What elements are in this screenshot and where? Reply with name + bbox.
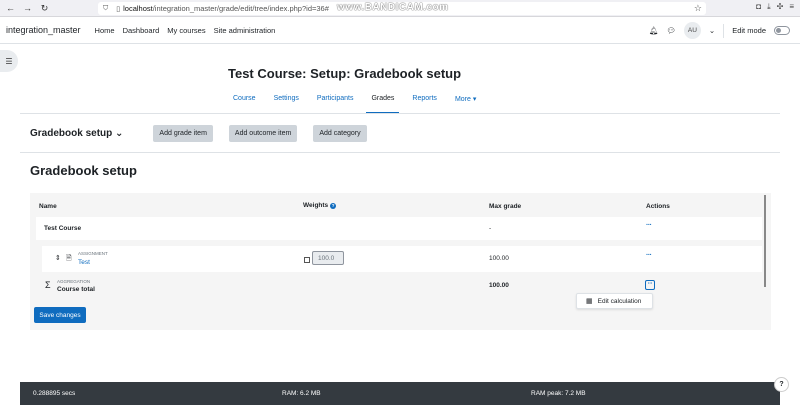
calculator-icon: ▦ bbox=[586, 298, 593, 305]
header-name: Name bbox=[39, 203, 57, 210]
url-host: localhost bbox=[123, 4, 153, 13]
save-changes-button[interactable]: Save changes bbox=[34, 307, 86, 323]
weight-override-checkbox[interactable] bbox=[304, 257, 310, 263]
grade-item-max-grade: 100.00 bbox=[489, 255, 509, 262]
edit-mode-toggle[interactable] bbox=[774, 26, 790, 35]
grade-item-row bbox=[42, 246, 762, 272]
nav-my-courses[interactable]: My courses bbox=[167, 26, 205, 35]
primary-navigation: Home Dashboard My courses Site administr… bbox=[95, 26, 276, 35]
tab-settings[interactable]: Settings bbox=[269, 88, 304, 114]
help-button[interactable]: ? bbox=[774, 377, 789, 392]
footer-time: 0.288895 secs bbox=[33, 390, 76, 397]
course-total-name: Course total bbox=[57, 286, 95, 293]
tab-reports[interactable]: Reports bbox=[407, 88, 442, 114]
footer-ram-peak: RAM peak: 7.2 MB bbox=[531, 390, 586, 397]
url-path: /integration_master/grade/edit/tree/inde… bbox=[152, 4, 329, 13]
user-menu-chevron-icon[interactable]: ⌄ bbox=[709, 26, 715, 35]
chevron-down-icon: ⌄ bbox=[115, 127, 124, 139]
category-max-grade: - bbox=[489, 225, 492, 232]
edit-calculation-menu-item[interactable]: Edit calculation bbox=[598, 298, 642, 305]
secondary-navigation: Course Settings Participants Grades Repo… bbox=[228, 88, 489, 114]
total-type-label: AGGREGATION bbox=[57, 279, 91, 284]
category-actions-menu-icon[interactable]: ··· bbox=[646, 222, 652, 229]
course-total-max-grade: 100.00 bbox=[489, 282, 509, 289]
tab-more[interactable]: More ▾ bbox=[450, 88, 481, 114]
actions-dropdown-menu: ▦ Edit calculation bbox=[576, 293, 653, 309]
grade-item-link[interactable]: Test bbox=[78, 259, 90, 266]
grade-item-actions-menu-icon[interactable]: ··· bbox=[646, 252, 652, 259]
header-max-grade: Max grade bbox=[489, 203, 522, 210]
nav-divider bbox=[723, 23, 725, 38]
site-brand[interactable]: integration_master bbox=[6, 25, 81, 35]
add-category-button[interactable]: Add category bbox=[313, 124, 367, 142]
nav-dashboard[interactable]: Dashboard bbox=[123, 26, 160, 35]
messages-icon[interactable]: 💬︎ bbox=[666, 26, 676, 35]
header-actions: Actions bbox=[646, 203, 670, 210]
item-type-label: ASSIGNMENT bbox=[78, 251, 108, 256]
tab-participants[interactable]: Participants bbox=[312, 88, 359, 114]
gradebook-table: Name Weights ? Max grade Actions Test Co… bbox=[30, 193, 771, 330]
chevron-down-icon: ▾ bbox=[472, 96, 477, 103]
help-icon[interactable]: ? bbox=[330, 202, 337, 209]
nav-home[interactable]: Home bbox=[95, 26, 115, 35]
gradebook-setup-selector[interactable]: Gradebook setup ⌄ bbox=[30, 128, 123, 139]
bookmark-star-icon[interactable]: ☆ bbox=[694, 3, 702, 14]
category-name: Test Course bbox=[44, 225, 82, 232]
shield-icon: ⛉ bbox=[103, 4, 109, 12]
menu-icon[interactable]: ≡ bbox=[789, 2, 794, 12]
sigma-icon: Σ bbox=[45, 280, 51, 290]
table-scrollbar[interactable] bbox=[764, 195, 766, 287]
add-outcome-item-button[interactable]: Add outcome item bbox=[228, 124, 298, 142]
site-navbar: integration_master Home Dashboard My cou… bbox=[0, 17, 800, 44]
weight-input[interactable]: 100.0 bbox=[312, 251, 344, 265]
forward-icon[interactable]: → bbox=[21, 2, 34, 15]
add-grade-item-button[interactable]: Add grade item bbox=[153, 124, 213, 142]
watermark: www.BANDICAM.com bbox=[337, 2, 449, 13]
browser-toolbar: ← → ↻ ⛉ ▯ localhost/integration_master/g… bbox=[0, 0, 800, 17]
notification-bell-icon[interactable]: 🔔︎ bbox=[649, 26, 659, 35]
tertiary-divider bbox=[20, 152, 780, 153]
gradebook-setup-selector-label: Gradebook setup bbox=[30, 127, 113, 139]
page-footer: 0.288895 secs RAM: 6.2 MB RAM peak: 7.2 … bbox=[20, 382, 780, 405]
secondary-nav-divider bbox=[20, 113, 780, 114]
back-icon[interactable]: ← bbox=[4, 2, 17, 15]
nav-site-administration[interactable]: Site administration bbox=[214, 26, 276, 35]
drag-handle-icon[interactable]: ⇕ bbox=[55, 254, 61, 262]
course-index-toggle-icon[interactable]: ☰ bbox=[0, 50, 18, 72]
tab-course[interactable]: Course bbox=[228, 88, 261, 114]
content-heading: Gradebook setup bbox=[30, 163, 137, 178]
edit-mode-label: Edit mode bbox=[732, 26, 766, 35]
page-info-icon: ▯ bbox=[116, 5, 121, 13]
extensions-icon[interactable]: ✣ bbox=[777, 2, 784, 12]
tab-grades[interactable]: Grades bbox=[366, 88, 400, 114]
header-weights-label: Weights bbox=[303, 202, 329, 209]
header-weights: Weights ? bbox=[303, 202, 337, 209]
footer-ram: RAM: 6.2 MB bbox=[282, 390, 321, 397]
pocket-icon[interactable]: ◘ bbox=[756, 2, 761, 12]
user-avatar[interactable]: AU bbox=[683, 22, 701, 39]
tab-more-label: More bbox=[454, 96, 471, 103]
course-total-actions-menu-icon[interactable]: ··· bbox=[645, 280, 655, 290]
category-row bbox=[36, 217, 762, 240]
download-icon[interactable]: ⤓ bbox=[767, 2, 771, 12]
reload-icon[interactable]: ↻ bbox=[38, 2, 51, 15]
tertiary-navigation: Gradebook setup ⌄ Add grade item Add out… bbox=[30, 122, 770, 144]
assignment-icon: 🗎︎ bbox=[66, 255, 72, 262]
page-title: Test Course: Setup: Gradebook setup bbox=[228, 66, 462, 81]
